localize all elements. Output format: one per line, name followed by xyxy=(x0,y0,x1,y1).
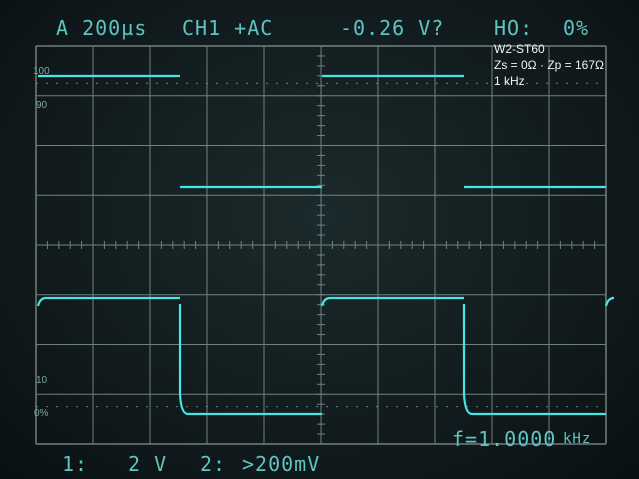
oscilloscope-screen: A 200µs CH1 +AC -0.26 V? HO: 0% W2-ST60 … xyxy=(0,0,639,479)
model-label: W2-ST60 xyxy=(494,42,545,56)
holdoff-label: HO: xyxy=(494,16,534,40)
graticule-label-100: 100 xyxy=(33,66,50,77)
impedance-label: Zs = 0Ω · Zp = 167Ω xyxy=(494,58,604,72)
ch1-square-wave-upper xyxy=(38,74,606,189)
ch1-label: 1: xyxy=(62,452,89,476)
graticule-label-10: 10 xyxy=(36,375,48,386)
channel-coupling-readout: CH1 +AC xyxy=(182,16,274,40)
voltage-readout: -0.26 V? xyxy=(340,16,445,40)
graticule xyxy=(35,45,607,445)
timebase-readout: A 200µs xyxy=(56,16,148,40)
frequency-readout: f=1.0000 xyxy=(452,427,557,451)
ch2-label: 2: xyxy=(200,452,227,476)
frequency-unit: kHz xyxy=(563,431,592,447)
graticule-label-90: 90 xyxy=(36,100,48,111)
test-frequency-label: 1 kHz xyxy=(494,74,525,88)
holdoff-value: 0% xyxy=(563,16,590,40)
graticule-label-0: 0% xyxy=(34,408,49,419)
ch2-square-wave-lower xyxy=(36,296,615,416)
ch2-scale: >200mV xyxy=(242,452,321,476)
ch1-scale: 2 V xyxy=(128,452,168,476)
